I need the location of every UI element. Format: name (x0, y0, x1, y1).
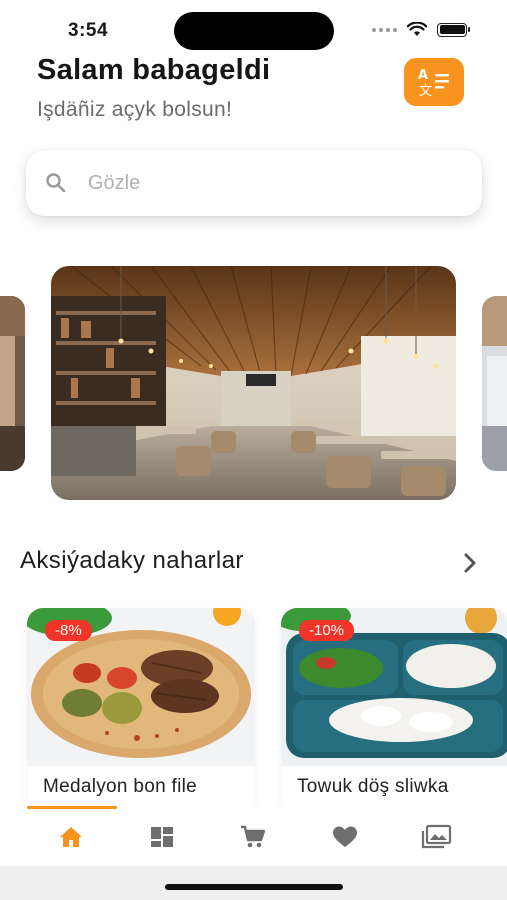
active-tab-indicator (27, 806, 117, 809)
svg-text:文: 文 (419, 84, 432, 99)
product-name: Medalyon bon file (43, 776, 198, 797)
tab-home[interactable] (51, 822, 91, 852)
status-time: 3:54 (68, 20, 109, 41)
product-image: -10% (281, 608, 507, 766)
section-title-promotions: Aksiýadaky naharlar (20, 547, 244, 574)
discount-badge: -10% (299, 620, 355, 641)
dashboard-icon (151, 827, 173, 847)
chevron-right-icon (464, 553, 476, 573)
product-name: Towuk döş sliwka (297, 776, 449, 797)
gallery-icon (421, 824, 452, 849)
greeting-subtitle: Işdäñiz açyk bolsun! (37, 98, 233, 121)
bottom-tab-bar (0, 806, 507, 866)
translate-icon: A 文 (418, 68, 449, 99)
svg-text:A: A (418, 68, 428, 83)
search-bar[interactable] (26, 150, 482, 216)
wifi-icon (407, 22, 427, 36)
search-input[interactable] (88, 171, 428, 195)
see-all-button[interactable] (458, 550, 482, 576)
carousel-slide-restaurant[interactable] (51, 266, 456, 500)
greeting-title: Salam babageldi (37, 54, 271, 86)
battery-icon (437, 22, 470, 37)
status-icons (372, 22, 470, 37)
tab-gallery[interactable] (416, 822, 456, 852)
heart-icon (333, 826, 357, 847)
status-bar: 3:54 (0, 0, 507, 52)
language-button[interactable]: A 文 (404, 58, 464, 106)
search-icon (44, 171, 68, 195)
product-image: -8% (27, 608, 255, 766)
promo-carousel[interactable] (0, 266, 507, 502)
discount-badge: -8% (45, 620, 92, 641)
home-indicator (165, 884, 343, 890)
tab-cart[interactable] (233, 822, 273, 852)
cart-icon (241, 825, 266, 848)
home-icon (60, 827, 82, 847)
carousel-slide-previous[interactable] (0, 296, 25, 471)
dynamic-island (174, 12, 334, 50)
signal-icon (372, 27, 397, 32)
home-indicator-area (0, 866, 507, 900)
carousel-slide-next[interactable] (482, 296, 507, 471)
tab-categories[interactable] (142, 822, 182, 852)
tab-favorites[interactable] (325, 822, 365, 852)
